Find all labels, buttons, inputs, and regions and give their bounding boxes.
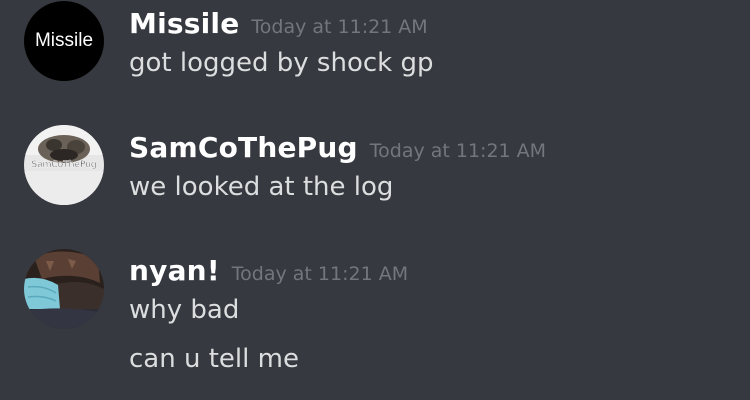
avatar-nyan[interactable] [24,249,104,329]
message-header: SamCoThePug Today at 11:21 AM [129,131,546,164]
timestamp[interactable]: Today at 11:21 AM [370,140,546,162]
masked-face-photo-icon [24,249,104,329]
message-text: why bad [129,295,240,325]
svg-text:SamCoThePug: SamCoThePug [31,160,96,170]
avatar-label: Missile [34,30,94,51]
message-text: we looked at the log [129,172,394,202]
avatar-missile[interactable]: Missile [24,1,104,81]
avatar-samcothepug[interactable]: SamCoThePug [24,125,104,205]
pug-photo-icon: SamCoThePug [24,125,104,205]
message-text: can u tell me [129,344,299,374]
chat-messages: Missile Missile Today at 11:21 AM got log… [0,0,750,400]
message-text: got logged by shock gp [129,48,434,78]
message-header: nyan! Today at 11:21 AM [129,254,408,287]
message-header: Missile Today at 11:21 AM [129,7,428,40]
username[interactable]: SamCoThePug [129,131,358,164]
timestamp[interactable]: Today at 11:21 AM [251,16,427,38]
username[interactable]: nyan! [129,254,220,287]
timestamp[interactable]: Today at 11:21 AM [232,263,408,285]
username[interactable]: Missile [129,7,239,40]
